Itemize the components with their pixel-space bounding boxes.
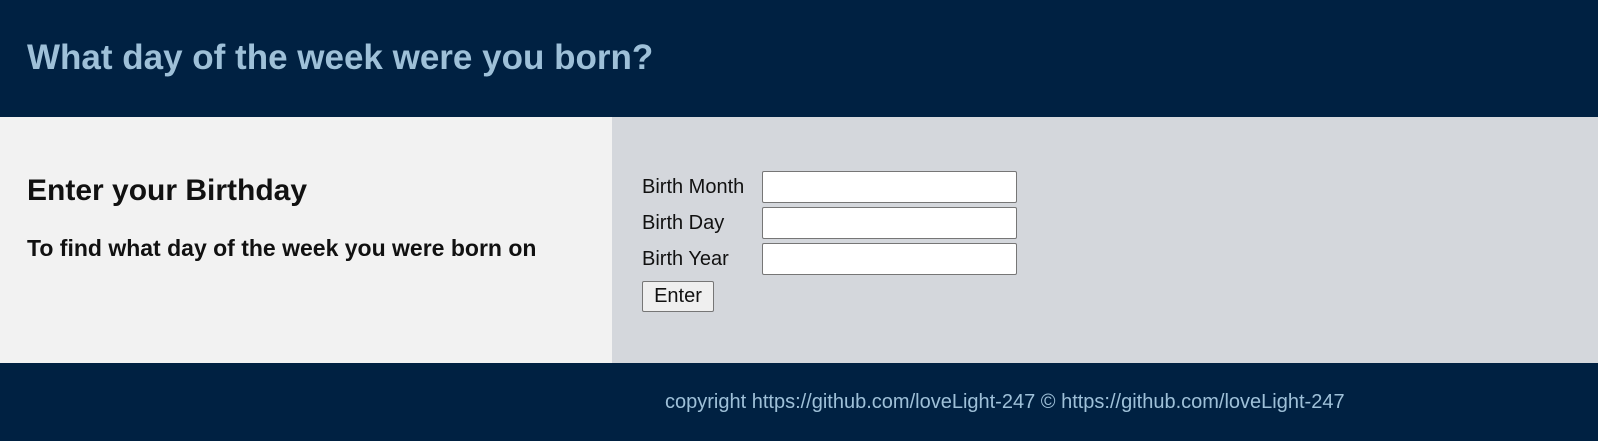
birth-day-row: Birth Day — [642, 207, 1598, 239]
intro-panel: Enter your Birthday To find what day of … — [0, 117, 612, 363]
footer-copyright: copyright https://github.com/loveLight-2… — [665, 390, 1345, 413]
birth-day-input[interactable] — [762, 207, 1017, 239]
birthday-form: Birth Month Birth Day Birth Year Enter — [612, 117, 1598, 363]
birth-month-row: Birth Month — [642, 171, 1598, 203]
intro-subheading: To find what day of the week you were bo… — [27, 235, 537, 261]
intro-heading: Enter your Birthday — [27, 174, 308, 207]
main-content: Enter your Birthday To find what day of … — [0, 117, 1598, 363]
birth-year-row: Birth Year — [642, 243, 1598, 275]
page-title: What day of the week were you born? — [27, 37, 654, 77]
birth-month-input[interactable] — [762, 171, 1017, 203]
birth-year-input[interactable] — [762, 243, 1017, 275]
page-footer: copyright https://github.com/loveLight-2… — [0, 363, 1598, 441]
enter-button[interactable]: Enter — [642, 281, 714, 312]
birth-year-label: Birth Year — [642, 247, 729, 270]
birth-month-label: Birth Month — [642, 175, 745, 198]
page-header: What day of the week were you born? — [0, 0, 1598, 117]
birth-day-label: Birth Day — [642, 211, 725, 234]
